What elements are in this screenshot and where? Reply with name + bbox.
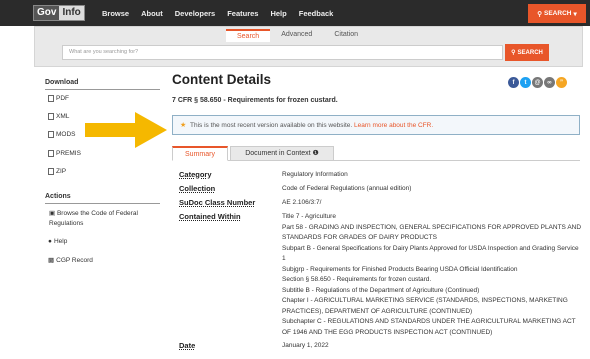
link-icon[interactable]: ∞	[544, 77, 555, 88]
download-pdf[interactable]: PDF	[48, 95, 69, 102]
cgp-record-link[interactable]: ▩ CGP Record	[48, 256, 93, 265]
document-citation: 7 CFR § 58.650 - Requirements for frozen…	[172, 97, 338, 104]
file-icon	[48, 113, 54, 120]
download-xml[interactable]: XML	[48, 113, 69, 120]
govinfo-logo[interactable]: Gov Info	[33, 5, 85, 21]
nav-feedback[interactable]: Feedback	[299, 9, 334, 18]
info-icon: ❶	[312, 150, 319, 157]
facebook-icon[interactable]: f	[508, 77, 519, 88]
nav-help[interactable]: Help	[270, 9, 286, 18]
search-tabs: Search Advanced Citation	[226, 29, 369, 42]
detail-value-contained-within: Title 7 - Agriculture Part 58 - GRADING …	[282, 212, 582, 338]
detail-value-date: January 1, 2022	[282, 342, 329, 349]
hierarchy-title: Title 7 - Agriculture	[282, 213, 336, 220]
hierarchy-section: Section § 58.650 - Requirements for froz…	[282, 276, 432, 283]
tab-search[interactable]: Search	[226, 29, 271, 42]
file-icon	[48, 95, 54, 102]
content-tabs: Summary Document in Context ❶	[172, 146, 580, 161]
tab-document-in-context[interactable]: Document in Context ❶	[230, 146, 334, 161]
tab-citation[interactable]: Citation	[323, 29, 369, 42]
detail-label-date: Date	[179, 341, 196, 350]
hierarchy-subtitle: Subtitle B - Regulations of the Departme…	[282, 286, 480, 294]
email-icon[interactable]: @	[532, 77, 543, 88]
detail-value-collection: Code of Federal Regulations (annual edit…	[282, 185, 412, 192]
download-zip[interactable]: ZIP	[48, 168, 66, 175]
search-icon: ⚲	[537, 10, 543, 18]
chevron-down-icon: ▾	[573, 10, 577, 18]
learn-more-link[interactable]: Learn more about the CFR.	[354, 122, 433, 129]
tab-advanced[interactable]: Advanced	[270, 29, 323, 42]
hierarchy-subjgrp: Subjgrp - Requirements for Finished Prod…	[282, 265, 518, 273]
download-premis[interactable]: PREMIS	[48, 150, 81, 157]
share-icons: f t @ ∞ ”	[508, 77, 567, 88]
actions-heading: Actions	[45, 193, 71, 200]
detail-label-contained-within: Contained Within	[179, 212, 241, 221]
hierarchy-chapter: Chapter I - AGRICULTURAL MARKETING SERVI…	[282, 297, 568, 315]
tab-summary[interactable]: Summary	[172, 146, 228, 161]
hierarchy-part: Part 58 - GRADING AND INSPECTION, GENERA…	[282, 223, 582, 242]
detail-label-category: Category	[179, 170, 212, 179]
file-icon	[48, 168, 54, 175]
arrow-annotation	[85, 112, 167, 148]
hierarchy-subchapter: Subchapter C - REGULATIONS AND STANDARDS…	[282, 318, 576, 336]
version-alert: ★ This is the most recent version availa…	[172, 115, 580, 135]
file-icon	[48, 150, 54, 157]
top-search-button[interactable]: ⚲ SEARCH ▾	[528, 4, 586, 23]
help-link[interactable]: ● Help	[48, 238, 67, 245]
file-icon	[48, 131, 54, 138]
detail-value-category: Regulatory Information	[282, 171, 348, 178]
nav-browse[interactable]: Browse	[102, 9, 129, 18]
page-title: Content Details	[172, 72, 272, 87]
record-icon: ▩	[48, 257, 55, 264]
nav-features[interactable]: Features	[227, 9, 258, 18]
download-mods[interactable]: MODS	[48, 131, 76, 138]
hierarchy-subpart: Subpart B - General Specifications for D…	[282, 244, 579, 263]
top-navbar: Gov Info Browse About Developers Features…	[0, 0, 590, 26]
download-heading: Download	[45, 79, 79, 86]
detail-label-collection: Collection	[179, 184, 216, 193]
nav-developers[interactable]: Developers	[175, 9, 215, 18]
browse-cfr-link[interactable]: ▣ Browse the Code of Federal Regulations	[49, 209, 161, 229]
divider	[45, 203, 160, 204]
quote-icon[interactable]: ”	[556, 77, 567, 88]
divider	[45, 89, 160, 90]
nav-about[interactable]: About	[141, 9, 163, 18]
search-icon: ⚲	[511, 50, 516, 56]
book-icon: ▣	[49, 210, 57, 217]
star-icon: ★	[180, 122, 187, 129]
help-icon: ●	[48, 238, 52, 245]
search-input[interactable]: What are you searching for?	[62, 45, 503, 60]
detail-label-sudoc: SuDoc Class Number	[179, 198, 256, 207]
twitter-icon[interactable]: t	[520, 77, 531, 88]
detail-value-sudoc: AE 2.106/3:7/	[282, 199, 322, 206]
search-submit-button[interactable]: ⚲ SEARCH	[505, 44, 549, 61]
